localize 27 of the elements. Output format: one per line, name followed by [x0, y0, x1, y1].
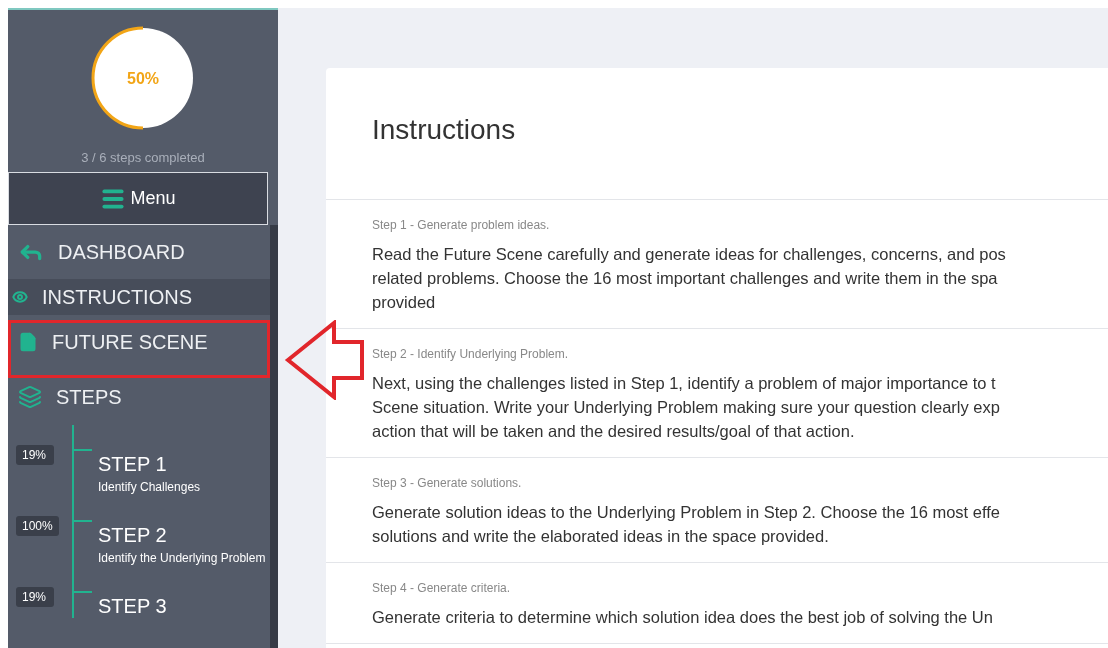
- nav-item[interactable]: DASHBOARD: [8, 225, 270, 279]
- step-progress-badge: 100%: [16, 516, 59, 536]
- document-icon: [18, 332, 38, 352]
- step-subtitle: Identify Challenges: [98, 480, 201, 494]
- step-heading: Step 2 - Identify Underlying Problem.: [372, 347, 570, 361]
- step-subtitle: Identify the Underlying Problem: [98, 551, 266, 565]
- step-title[interactable]: STEP 3: [98, 595, 167, 618]
- layers-icon: [18, 385, 42, 409]
- step-title[interactable]: STEP 2: [98, 524, 266, 547]
- step-description: Next, using the challenges listed in Step 1, identify a problem of major importance to t Scene situation. Write your Underlying Problem making sure your question clearly exp action that will be taken and the desired results/goal of that action.: [372, 373, 1001, 442]
- step-description: Read the Future Scene carefully and generate ideas for challenges, concerns, and pos related problems. Choose the 16 most important challenges and write them in the spa provided: [372, 244, 1007, 313]
- step-progress-badge: 19%: [16, 587, 54, 607]
- step-progress-badge: 19%: [16, 445, 54, 465]
- step-description: Generate criteria to determine which solution idea does the best job of solving the Un: [372, 607, 994, 628]
- nav-item[interactable]: INSTRUCTIONS: [8, 279, 270, 315]
- step-heading: Step 3 - Generate solutions.: [372, 476, 523, 490]
- step-title[interactable]: STEP 1: [98, 453, 201, 476]
- eye-icon: [12, 289, 28, 305]
- nav-item[interactable]: STEPS: [8, 369, 270, 425]
- step-heading: Step 4 - Generate criteria.: [372, 581, 512, 595]
- nav-item[interactable]: FUTURE SCENE: [8, 315, 270, 369]
- progress-percent: 50%: [127, 70, 159, 87]
- menu-button[interactable]: Menu: [8, 172, 268, 225]
- page-title: Instructions: [326, 68, 1108, 200]
- step-description: Generate solution ideas to the Underlying Problem in Step 2. Choose the 16 most effe solutions and write the elaborated ideas in the space provided.: [372, 502, 1001, 547]
- progress-caption: 3 / 6 steps completed: [81, 150, 205, 165]
- step-heading: Step 1 - Generate problem ideas.: [372, 218, 551, 232]
